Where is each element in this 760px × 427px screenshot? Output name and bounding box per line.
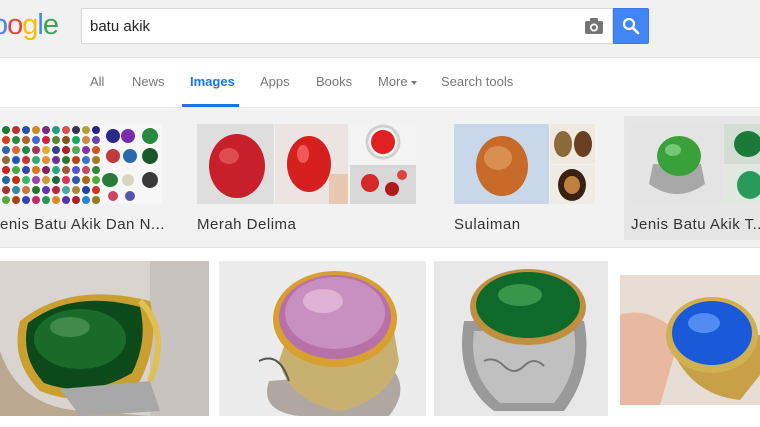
search-button[interactable] bbox=[613, 8, 649, 44]
related-thumb-3c bbox=[550, 165, 595, 204]
image-result-2-picture bbox=[219, 261, 426, 416]
google-logo[interactable]: oogle bbox=[0, 9, 59, 42]
related-card-2[interactable]: Merah Delima bbox=[197, 120, 419, 240]
related-thumb-4a bbox=[631, 124, 723, 204]
related-thumb-2b bbox=[275, 124, 348, 204]
search-tabs: All News Images Apps Books More Search t… bbox=[0, 58, 760, 108]
image-result-1[interactable] bbox=[0, 261, 209, 416]
tab-search-tools[interactable]: Search tools bbox=[441, 74, 513, 89]
related-thumb-2d bbox=[350, 165, 416, 204]
related-thumb-1 bbox=[0, 124, 162, 204]
search-input[interactable] bbox=[90, 15, 570, 37]
related-thumb-4c bbox=[724, 165, 760, 204]
image-result-4[interactable] bbox=[620, 275, 760, 405]
header-bar: oogle bbox=[0, 0, 760, 58]
caret-down-icon bbox=[410, 80, 417, 85]
related-label-3: Sulaiman bbox=[454, 216, 521, 233]
related-thumb-3b bbox=[550, 124, 595, 164]
tab-more-label: More bbox=[378, 74, 408, 89]
tab-books[interactable]: Books bbox=[316, 74, 352, 89]
search-box bbox=[81, 8, 613, 44]
image-result-4-picture bbox=[620, 275, 760, 405]
image-result-3[interactable] bbox=[434, 261, 608, 416]
camera-icon[interactable] bbox=[584, 17, 604, 35]
related-thumb-2a bbox=[197, 124, 274, 204]
image-result-1-picture bbox=[0, 261, 209, 416]
tab-images[interactable]: Images bbox=[190, 74, 235, 89]
tab-apps[interactable]: Apps bbox=[260, 74, 290, 89]
related-card-4[interactable]: Jenis Batu Akik T... bbox=[624, 116, 760, 240]
tab-all[interactable]: All bbox=[90, 74, 104, 89]
related-card-3[interactable]: Sulaiman bbox=[454, 120, 596, 240]
related-label-1: enis Batu Akik Dan N... bbox=[0, 216, 165, 233]
image-result-2[interactable] bbox=[219, 261, 426, 416]
related-label-2: Merah Delima bbox=[197, 216, 297, 233]
search-icon bbox=[622, 17, 640, 35]
image-result-3-picture bbox=[434, 261, 608, 416]
tab-news[interactable]: News bbox=[132, 74, 165, 89]
related-searches: enis Batu Akik Dan N... Merah Delima Sul… bbox=[0, 108, 760, 248]
related-thumb-3a bbox=[454, 124, 549, 204]
tab-more[interactable]: More bbox=[378, 74, 417, 89]
related-thumb-4b bbox=[724, 124, 760, 164]
related-label-4: Jenis Batu Akik T... bbox=[631, 216, 760, 233]
related-thumb-2c bbox=[350, 124, 416, 164]
active-tab-indicator bbox=[182, 104, 239, 107]
related-card-1[interactable]: enis Batu Akik Dan N... bbox=[0, 120, 175, 240]
